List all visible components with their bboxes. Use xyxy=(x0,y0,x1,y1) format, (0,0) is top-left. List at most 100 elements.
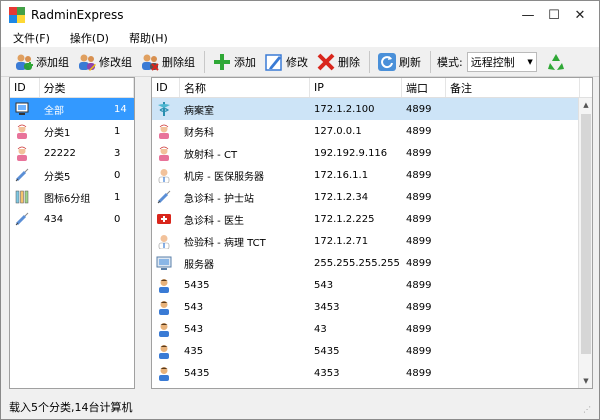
column-header-name[interactable]: 名称 xyxy=(180,78,310,97)
group-row[interactable]: 分类5 0 xyxy=(10,164,134,186)
computer-row[interactable]: 5435 4353 4899 xyxy=(152,362,592,384)
person-icon xyxy=(156,321,172,337)
column-header-id[interactable]: ID xyxy=(152,78,180,97)
computer-note xyxy=(446,362,570,384)
refresh-button[interactable]: 刷新 xyxy=(374,49,424,75)
computer-row[interactable]: 543 3453 4899 xyxy=(152,296,592,318)
toolbar-separator xyxy=(430,50,431,73)
computer-note xyxy=(446,230,570,252)
computer-icon-cell xyxy=(152,252,180,274)
computer-name: 急诊科 - 医生 xyxy=(184,215,244,227)
group-row[interactable]: 434 0 xyxy=(10,208,134,230)
computer-ip: 172.1.2.100 xyxy=(314,103,375,115)
column-header-note[interactable]: 备注 xyxy=(446,78,580,97)
menu-help[interactable]: 帮助(H) xyxy=(121,30,176,46)
column-header-ip[interactable]: IP xyxy=(310,78,402,97)
computer-name: 5435 xyxy=(184,367,210,379)
computer-name: 财务科 xyxy=(184,127,214,139)
test-tubes-icon xyxy=(14,189,30,205)
menu-operation[interactable]: 操作(D) xyxy=(62,30,117,46)
computer-icon-cell xyxy=(152,296,180,318)
close-button[interactable]: ✕ xyxy=(567,1,593,29)
computer-port: 4899 xyxy=(406,147,432,159)
edit-button[interactable]: 修改 xyxy=(261,49,311,75)
computer-ip: 172.1.2.225 xyxy=(314,213,375,225)
doctor-icon xyxy=(156,167,172,183)
column-header-category[interactable]: 分类 xyxy=(40,78,134,97)
computer-row[interactable]: 病案室 172.1.2.100 4899 xyxy=(152,98,592,120)
computer-port: 4899 xyxy=(406,169,432,181)
mode-select[interactable]: 远程控制 ▼ xyxy=(466,51,537,72)
computer-name: 5435 xyxy=(184,279,210,291)
scroll-thumb[interactable] xyxy=(581,114,591,354)
add-group-button[interactable]: 添加组 xyxy=(11,49,72,75)
computer-name: 放射科 - CT xyxy=(184,149,238,161)
delete-group-label: 删除组 xyxy=(162,55,195,69)
recycle-button[interactable] xyxy=(543,49,571,75)
resize-grip-icon[interactable]: ⋰ xyxy=(583,405,593,415)
computer-ip: 43 xyxy=(314,323,327,335)
delete-label: 删除 xyxy=(338,55,360,69)
computer-note xyxy=(446,98,570,120)
computer-icon-cell xyxy=(152,208,180,230)
group-name: 图标6分组 xyxy=(44,193,91,205)
computer-row[interactable]: 5435 543 4899 xyxy=(152,274,592,296)
computer-port: 4899 xyxy=(406,323,432,335)
recycle-icon xyxy=(546,52,566,72)
computer-row[interactable]: 检验科 - 病理 TCT 172.1.2.71 4899 xyxy=(152,230,592,252)
scroll-up-icon[interactable]: ▲ xyxy=(579,98,592,112)
vertical-scrollbar[interactable]: ▲ ▼ xyxy=(578,98,592,388)
menu-file[interactable]: 文件(F) xyxy=(5,30,58,46)
add-label: 添加 xyxy=(234,55,256,69)
computer-row[interactable]: 急诊科 - 医生 172.1.2.225 4899 xyxy=(152,208,592,230)
syringe-icon xyxy=(14,167,30,183)
delete-button[interactable]: 删除 xyxy=(313,49,363,75)
group-icon-cell xyxy=(10,186,40,208)
group-row[interactable]: 分类1 1 xyxy=(10,120,134,142)
nurse-icon xyxy=(156,145,172,161)
computer-row[interactable]: 急诊科 - 护士站 172.1.2.34 4899 xyxy=(152,186,592,208)
computer-ip: 5435 xyxy=(314,345,340,357)
delete-x-icon xyxy=(316,52,336,72)
group-row[interactable]: 22222 3 xyxy=(10,142,134,164)
computer-ip: 3453 xyxy=(314,301,340,313)
group-name: 22222 xyxy=(44,147,76,159)
column-header-port[interactable]: 端口 xyxy=(402,78,446,97)
minimize-button[interactable]: — xyxy=(515,1,541,29)
person-icon xyxy=(156,299,172,315)
add-group-label: 添加组 xyxy=(36,55,69,69)
group-name: 分类5 xyxy=(44,171,71,183)
computer-note xyxy=(446,164,570,186)
computer-row[interactable]: 服务器 255.255.255.255 4899 xyxy=(152,252,592,274)
scroll-down-icon[interactable]: ▼ xyxy=(579,374,592,388)
computer-note xyxy=(446,120,570,142)
computer-row[interactable]: 放射科 - CT 192.192.9.116 4899 xyxy=(152,142,592,164)
group-row[interactable]: 全部 14 xyxy=(10,98,134,120)
computer-ip: 192.192.9.116 xyxy=(314,147,388,159)
column-header-id[interactable]: ID xyxy=(10,78,40,97)
computer-row[interactable]: 435 5435 4899 xyxy=(152,340,592,362)
add-button[interactable]: 添加 xyxy=(209,49,259,75)
group-row[interactable]: 图标6分组 1 xyxy=(10,186,134,208)
computer-row[interactable]: 财务科 127.0.0.1 4899 xyxy=(152,120,592,142)
computer-icon-cell xyxy=(152,274,180,296)
group-list-header: ID 分类 xyxy=(10,78,134,98)
edit-icon xyxy=(264,52,284,72)
computer-port: 4899 xyxy=(406,301,432,313)
maximize-button[interactable]: ☐ xyxy=(541,1,567,29)
edit-group-icon xyxy=(77,52,97,72)
computer-name: 检验科 - 病理 TCT xyxy=(184,237,266,249)
computer-note xyxy=(446,296,570,318)
computer-port: 4899 xyxy=(406,235,432,247)
delete-group-button[interactable]: 删除组 xyxy=(137,49,198,75)
group-icon-cell xyxy=(10,142,40,164)
group-icon-cell xyxy=(10,120,40,142)
edit-group-button[interactable]: 修改组 xyxy=(74,49,135,75)
first-aid-icon xyxy=(156,211,172,227)
computer-ip: 4353 xyxy=(314,367,340,379)
computer-row[interactable]: 543 43 4899 xyxy=(152,318,592,340)
menu-bar: 文件(F) 操作(D) 帮助(H) xyxy=(1,29,599,47)
group-count: 0 xyxy=(114,169,121,181)
group-count: 1 xyxy=(114,191,121,203)
computer-row[interactable]: 机房 - 医保服务器 172.16.1.1 4899 xyxy=(152,164,592,186)
